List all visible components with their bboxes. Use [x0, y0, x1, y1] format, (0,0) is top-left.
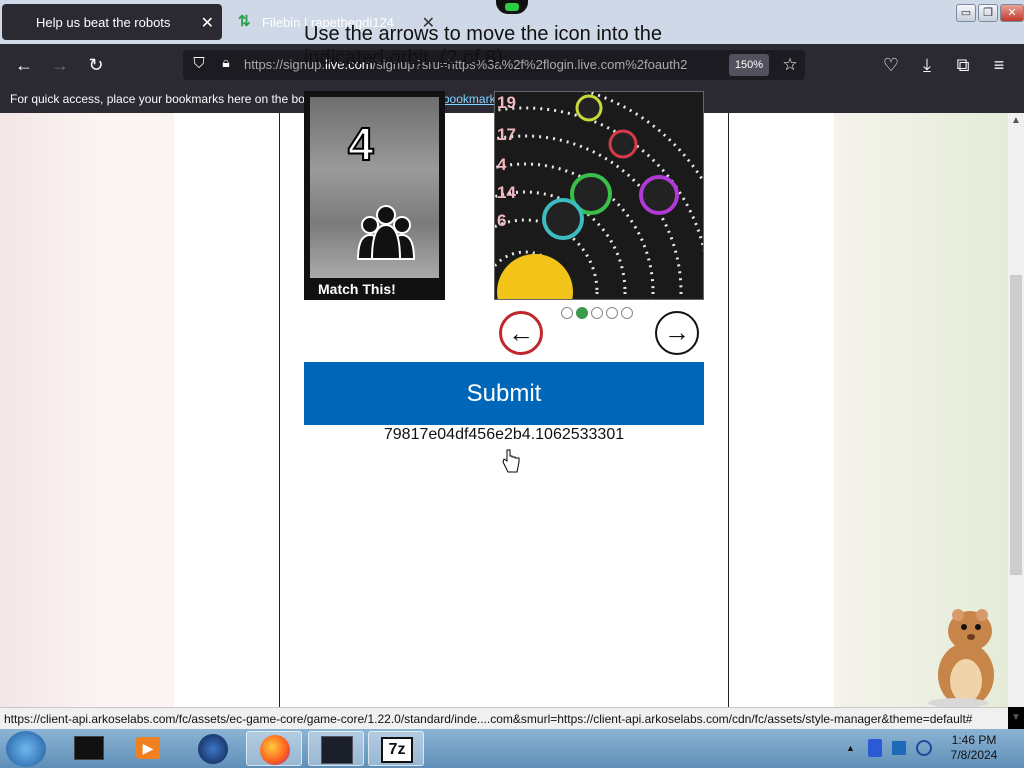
- tab-help-us-beat-the-robots[interactable]: Help us beat the robots ✕: [2, 4, 222, 40]
- progress-dot: [561, 307, 573, 319]
- left-arrow-button[interactable]: ←: [499, 311, 543, 355]
- scroll-up-icon[interactable]: ▲: [1008, 113, 1024, 129]
- zoom-level-badge[interactable]: 150%: [729, 54, 769, 76]
- orbit-label: 17: [497, 125, 516, 144]
- taskbar-app-black[interactable]: [62, 731, 118, 766]
- window-close-button[interactable]: ✕: [1000, 4, 1024, 22]
- forward-icon[interactable]: →: [47, 52, 73, 78]
- tray-display-icon[interactable]: [892, 741, 906, 755]
- menu-icon[interactable]: ≡: [986, 52, 1012, 78]
- people-group-icon: [356, 205, 416, 260]
- orbit-label: 4: [497, 155, 507, 174]
- progress-dot: [576, 307, 588, 319]
- taskbar: ▶ 7z ▲: [0, 729, 1024, 768]
- progress-dot: [621, 307, 633, 319]
- orbit-puzzle-image: 19 17 4 14 6: [494, 91, 704, 300]
- extensions-icon[interactable]: ⧉: [950, 52, 976, 78]
- pocket-icon[interactable]: ♡: [878, 52, 904, 78]
- restore-button[interactable]: ❐: [978, 4, 998, 22]
- submit-button[interactable]: Submit: [304, 362, 704, 425]
- clock-time: 1:46 PM: [951, 733, 997, 747]
- match-number: 4: [347, 117, 375, 171]
- filebin-icon: ⇅: [238, 13, 251, 30]
- reload-icon[interactable]: ↻: [83, 52, 109, 78]
- match-target-card: 4 Match This!: [304, 91, 445, 300]
- lock-icon[interactable]: 🔒︎: [217, 54, 235, 74]
- progress-dot: [606, 307, 618, 319]
- taskbar-firefox[interactable]: [246, 731, 302, 766]
- microsoft-logo-icon: [12, 14, 28, 30]
- orbit-label: 6: [497, 211, 506, 230]
- taskbar-media-player[interactable]: ▶: [122, 731, 178, 766]
- tray-network-icon[interactable]: [868, 739, 882, 757]
- status-bar-url: https://client-api.arkoselabs.com/fc/ass…: [0, 707, 1008, 729]
- progress-dots: [561, 307, 633, 319]
- back-icon[interactable]: ←: [11, 52, 37, 78]
- taskbar-dark-app[interactable]: [308, 731, 364, 766]
- tab-label: Help us beat the robots: [36, 14, 171, 30]
- taskbar-globe-app[interactable]: [186, 731, 242, 766]
- close-tab-icon[interactable]: ✕: [201, 13, 214, 33]
- downloads-icon[interactable]: ⤓: [914, 52, 940, 78]
- session-id: 79817e04df456e2b4.1062533301: [383, 426, 625, 443]
- match-this-label: Match This!: [318, 281, 396, 297]
- shield-icon[interactable]: ⛉: [189, 55, 209, 75]
- minimize-button[interactable]: ▭: [956, 4, 976, 22]
- clock-date: 7/8/2024: [950, 748, 998, 762]
- firefox-top-indicator: [496, 0, 528, 14]
- taskbar-7zip[interactable]: 7z: [368, 731, 424, 766]
- scroll-down-icon[interactable]: ▼: [1008, 710, 1024, 726]
- orbit-label: 19: [497, 93, 516, 112]
- star-bookmark-icon[interactable]: ☆: [779, 54, 801, 76]
- start-orb-icon[interactable]: [6, 731, 46, 767]
- progress-dot: [591, 307, 603, 319]
- match-card-image: 4: [310, 97, 439, 278]
- system-clock[interactable]: 1:46 PM 7/8/2024: [948, 733, 1000, 763]
- 7zip-icon: 7z: [381, 737, 413, 763]
- hand-cursor-icon: [502, 449, 520, 473]
- hamster-mascot-image: [928, 609, 994, 707]
- scrollbar-thumb[interactable]: [1010, 275, 1022, 575]
- orbit-label: 14: [497, 183, 516, 202]
- right-arrow-button[interactable]: →: [655, 311, 699, 355]
- challenge-instruction: Use the arrows to move the icon into the…: [304, 23, 662, 69]
- tray-expand-icon[interactable]: ▲: [846, 743, 855, 753]
- tray-volume-icon[interactable]: [916, 740, 932, 756]
